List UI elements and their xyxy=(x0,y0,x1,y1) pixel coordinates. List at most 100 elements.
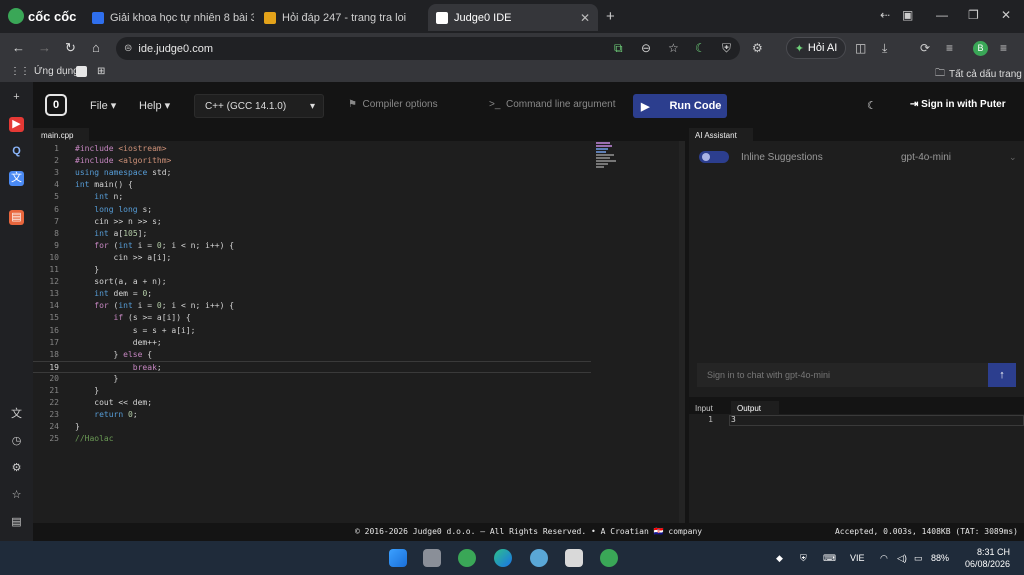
forward-icon[interactable]: → xyxy=(38,40,51,55)
bookmark-square-icon[interactable] xyxy=(76,66,87,77)
menu-icon[interactable]: ≡ xyxy=(1000,41,1007,55)
tab-giai-khoa-hoc[interactable]: Giải khoa học tự nhiên 8 bài 3 tr xyxy=(84,4,254,31)
model-select[interactable]: gpt-4o-mini xyxy=(901,152,951,163)
code-line[interactable]: 23 return 0; xyxy=(33,409,685,421)
shield-icon[interactable]: ⛨ xyxy=(722,41,731,56)
code-line[interactable]: 11 } xyxy=(33,264,685,276)
notes-app-icon[interactable]: ▤ xyxy=(9,210,24,225)
store-icon[interactable] xyxy=(565,549,583,567)
favorites-icon[interactable]: ☆ xyxy=(9,488,24,503)
restore-icon[interactable]: ❐ xyxy=(968,8,979,22)
hoi-ai-button[interactable]: ✦ Hỏi AI xyxy=(786,37,846,59)
code-line[interactable]: 18 } else { xyxy=(33,349,685,361)
file-explorer-icon[interactable] xyxy=(423,549,441,567)
code-editor[interactable]: 1 #include <iostream> 2 #include <algorithm… xyxy=(33,141,685,523)
code-minimap[interactable] xyxy=(596,141,620,181)
compiler-options-button[interactable]: ⚑ Compiler options xyxy=(348,99,438,110)
file-menu[interactable]: File ▾ xyxy=(90,99,116,112)
media-icon[interactable]: ≡ xyxy=(946,41,953,55)
bookmark-star-icon[interactable]: ☆ xyxy=(668,41,679,55)
wifi-icon[interactable]: ◠ xyxy=(880,553,888,564)
coccoc-taskbar-icon[interactable] xyxy=(458,549,476,567)
chat-input[interactable] xyxy=(697,363,989,387)
file-tab-main-cpp[interactable]: main.cpp xyxy=(33,128,89,141)
code-line[interactable]: 12 sort(a, a + n); xyxy=(33,276,685,288)
tab-output[interactable]: Output xyxy=(731,401,779,414)
home-icon[interactable]: ⌂ xyxy=(92,40,100,55)
judge0-logo[interactable]: 0 xyxy=(45,94,67,116)
code-line[interactable]: 16 s = s + a[i]; xyxy=(33,325,685,337)
edge-icon[interactable] xyxy=(494,549,512,567)
dark-mode-icon[interactable]: ☾ xyxy=(695,41,706,55)
code-line[interactable]: 20 } xyxy=(33,373,685,385)
code-line[interactable]: 19 break; xyxy=(33,360,591,373)
install-app-icon[interactable]: ⧉ xyxy=(614,41,623,56)
extensions-icon[interactable]: ⚙ xyxy=(752,41,763,55)
close-window-icon[interactable]: ✕ xyxy=(1001,8,1011,22)
code-line[interactable]: 9 for (int i = 0; i < n; i++) { xyxy=(33,240,685,252)
tab-input[interactable]: Input xyxy=(689,401,719,414)
battery-icon[interactable]: ▭ xyxy=(914,553,923,564)
code-line[interactable]: 6 long long s; xyxy=(33,204,685,216)
code-line[interactable]: 1 #include <iostream> xyxy=(33,143,685,155)
screenshot-icon[interactable]: ▣ xyxy=(902,8,913,22)
settings-icon[interactable]: ⚙ xyxy=(9,461,24,476)
code-line[interactable]: 5 int n; xyxy=(33,191,685,203)
profile-avatar[interactable]: B xyxy=(973,41,988,56)
tray-app-icon[interactable]: ◆ xyxy=(776,553,783,564)
youtube-icon[interactable]: ▶ xyxy=(9,117,24,132)
apps-bookmark[interactable]: ⋮⋮ Ứng dụng xyxy=(10,66,79,77)
new-tab-icon[interactable]: + xyxy=(606,8,615,25)
help-menu[interactable]: Help ▾ xyxy=(139,99,170,112)
keyboard-icon[interactable]: ⌨ xyxy=(823,553,836,564)
code-line[interactable]: 15 if (s >= a[i]) { xyxy=(33,312,685,324)
close-tab-icon[interactable]: ✕ xyxy=(580,11,590,25)
minimize-icon[interactable]: — xyxy=(936,8,948,22)
zoom-icon[interactable]: ⊖ xyxy=(641,41,651,55)
code-line[interactable]: 24} xyxy=(33,421,685,433)
search-app-icon[interactable]: Q xyxy=(9,144,24,159)
run-code-button[interactable]: ▶ Run Code xyxy=(633,94,727,118)
command-line-button[interactable]: >_ Command line argument xyxy=(489,99,615,110)
site-info-icon[interactable]: ⊜ xyxy=(124,43,132,54)
theme-toggle-icon[interactable]: ☾ xyxy=(867,99,877,112)
translate-page-icon[interactable]: 文 xyxy=(9,407,24,422)
sign-in-button[interactable]: ⇥ Sign in with Puter xyxy=(910,99,1006,110)
code-line[interactable]: 25 //Haolac xyxy=(33,433,685,445)
translate-icon[interactable]: 文 xyxy=(9,171,24,186)
all-bookmarks[interactable]: 🗀 Tất cả dấu trang xyxy=(935,66,1022,83)
output-editor[interactable]: 1 3 xyxy=(689,414,1024,523)
input-language[interactable]: VIE xyxy=(850,553,865,563)
code-line[interactable]: 4 int main() { xyxy=(33,179,685,191)
network-app-icon[interactable] xyxy=(530,549,548,567)
volume-icon[interactable]: ◁) xyxy=(897,553,907,564)
reload-icon[interactable]: ↻ xyxy=(65,40,76,56)
code-line[interactable]: 3 using namespace std; xyxy=(33,167,685,179)
sync-icon[interactable]: ⟳ xyxy=(920,41,930,55)
inline-suggestions-toggle[interactable] xyxy=(699,151,729,163)
history-icon[interactable]: ◷ xyxy=(9,434,24,449)
system-clock[interactable]: 8:31 CH 06/08/2026 xyxy=(958,546,1010,570)
tab-judge0[interactable]: Judge0 IDE ✕ xyxy=(428,4,598,31)
add-sidebar-icon[interactable]: + xyxy=(9,90,24,105)
code-line[interactable]: 2 #include <algorithm> xyxy=(33,155,685,167)
split-view-icon[interactable]: ◫ xyxy=(855,41,866,55)
reader-icon[interactable]: ▤ xyxy=(9,515,24,530)
tab-search-icon[interactable]: ⇠ xyxy=(880,8,890,22)
code-line[interactable]: 8 int a[105]; xyxy=(33,228,685,240)
code-line[interactable]: 17 dem++; xyxy=(33,337,685,349)
code-line[interactable]: 7 cin >> n >> s; xyxy=(33,216,685,228)
chevron-down-icon[interactable]: ⌄ xyxy=(1009,152,1017,163)
code-line[interactable]: 13 int dem = 0; xyxy=(33,288,685,300)
tab-hoi-dap[interactable]: Hỏi đáp 247 - trang tra loi xyxy=(256,4,426,31)
code-line[interactable]: 22 cout << dem; xyxy=(33,397,685,409)
back-icon[interactable]: ← xyxy=(12,40,25,55)
browser-brand[interactable]: cốc cốc xyxy=(8,8,76,24)
windows-start-icon[interactable] xyxy=(389,549,407,567)
code-line[interactable]: 10 cin >> a[i]; xyxy=(33,252,685,264)
tab-ai-assistant[interactable]: AI Assistant xyxy=(689,128,753,141)
coccoc-active-icon[interactable] xyxy=(600,549,618,567)
code-line[interactable]: 21 } xyxy=(33,385,685,397)
send-arrow-icon[interactable]: ↑ xyxy=(988,363,1016,387)
code-line[interactable]: 14 for (int i = 0; i < n; i++) { xyxy=(33,300,685,312)
